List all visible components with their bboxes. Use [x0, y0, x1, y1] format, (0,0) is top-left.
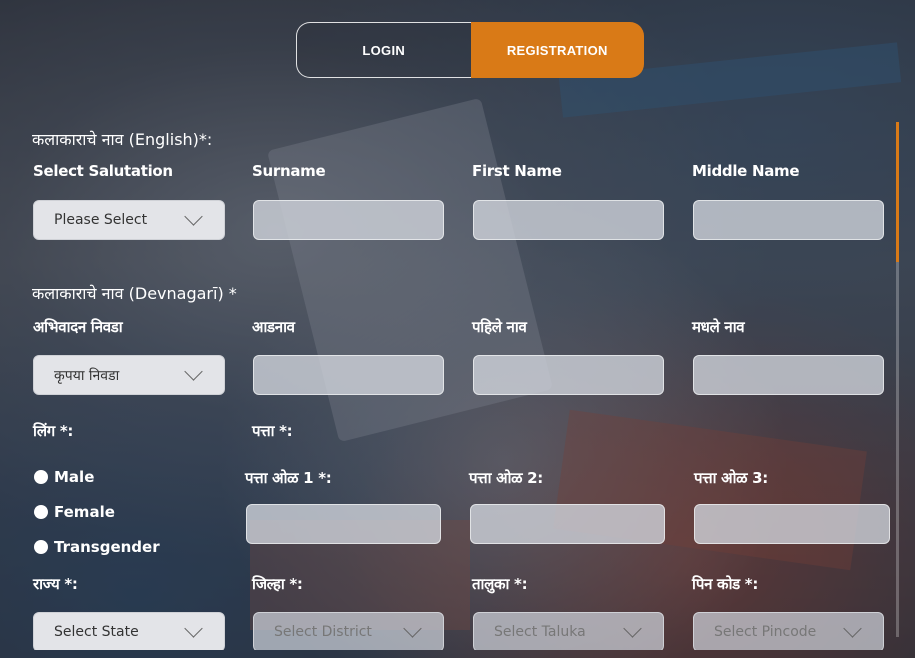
taluka-select[interactable]: Select Taluka: [473, 612, 664, 650]
gender-option-label: Male: [54, 468, 95, 486]
pincode-select-value: Select Pincode: [714, 624, 817, 640]
gender-option-label: Transgender: [54, 538, 160, 556]
address-line2-input[interactable]: [470, 504, 665, 544]
address-label: पत्ता *:: [252, 422, 293, 440]
state-label: राज्य *:: [33, 575, 78, 593]
chevron-down-icon: [184, 619, 203, 638]
english-name-title: कलाकाराचे नाव (English)*:: [32, 130, 213, 149]
radio-icon: [34, 505, 48, 519]
chevron-down-icon: [843, 619, 862, 638]
pincode-select[interactable]: Select Pincode: [693, 612, 884, 650]
devnagari-surname-input[interactable]: [253, 355, 444, 395]
middle-name-label: Middle Name: [692, 162, 800, 180]
chevron-down-icon: [184, 362, 203, 381]
district-select-value: Select District: [274, 624, 372, 640]
tab-registration[interactable]: REGISTRATION: [470, 22, 644, 78]
devnagari-middle-name-label: मधले नाव: [692, 318, 745, 336]
tab-login[interactable]: LOGIN: [296, 22, 471, 78]
gender-radio-male[interactable]: Male: [34, 468, 94, 486]
surname-input[interactable]: [253, 200, 444, 240]
chevron-down-icon: [403, 619, 422, 638]
address-line3-label: पत्ता ओळ 3:: [694, 469, 768, 487]
devnagari-first-name-input[interactable]: [473, 355, 664, 395]
address-line1-input[interactable]: [246, 504, 441, 544]
first-name-label: First Name: [472, 162, 562, 180]
taluka-label: तालुका *:: [472, 575, 528, 593]
devnagari-salutation-select-value: कृपया निवडा: [54, 367, 120, 384]
district-label: जिल्हा *:: [252, 575, 303, 593]
pincode-label: पिन कोड *:: [692, 575, 759, 593]
district-select[interactable]: Select District: [253, 612, 444, 650]
surname-label: Surname: [252, 162, 326, 180]
address-line2-label: पत्ता ओळ 2:: [469, 469, 543, 487]
address-line3-input[interactable]: [694, 504, 890, 544]
salutation-select-value: Please Select: [54, 212, 148, 228]
salutation-select[interactable]: Please Select: [33, 200, 225, 240]
auth-tabs: LOGIN REGISTRATION: [296, 22, 644, 78]
state-select[interactable]: Select State: [33, 612, 225, 650]
chevron-down-icon: [623, 619, 642, 638]
registration-panel: LOGIN REGISTRATION कलाकाराचे नाव (Englis…: [8, 4, 907, 650]
state-select-value: Select State: [54, 624, 139, 640]
devnagari-first-name-label: पहिले नाव: [472, 318, 527, 336]
radio-icon: [34, 540, 48, 554]
address-line1-label: पत्ता ओळ 1 *:: [245, 469, 332, 487]
gender-radio-female[interactable]: Female: [34, 503, 115, 521]
devnagari-salutation-label: अभिवादन निवडा: [33, 318, 123, 336]
devnagari-surname-label: आडनाव: [252, 318, 295, 336]
devnagari-name-title: कलाकाराचे नाव (Devnagarī) *: [32, 284, 237, 303]
scrollbar-thumb[interactable]: [896, 122, 899, 262]
chevron-down-icon: [184, 207, 203, 226]
devnagari-salutation-select[interactable]: कृपया निवडा: [33, 355, 225, 395]
middle-name-input[interactable]: [693, 200, 884, 240]
salutation-label: Select Salutation: [33, 162, 173, 180]
devnagari-middle-name-input[interactable]: [693, 355, 884, 395]
taluka-select-value: Select Taluka: [494, 624, 586, 640]
gender-radio-transgender[interactable]: Transgender: [34, 538, 160, 556]
first-name-input[interactable]: [473, 200, 664, 240]
gender-label: लिंग *:: [33, 422, 74, 440]
radio-icon: [34, 470, 48, 484]
gender-option-label: Female: [54, 503, 115, 521]
